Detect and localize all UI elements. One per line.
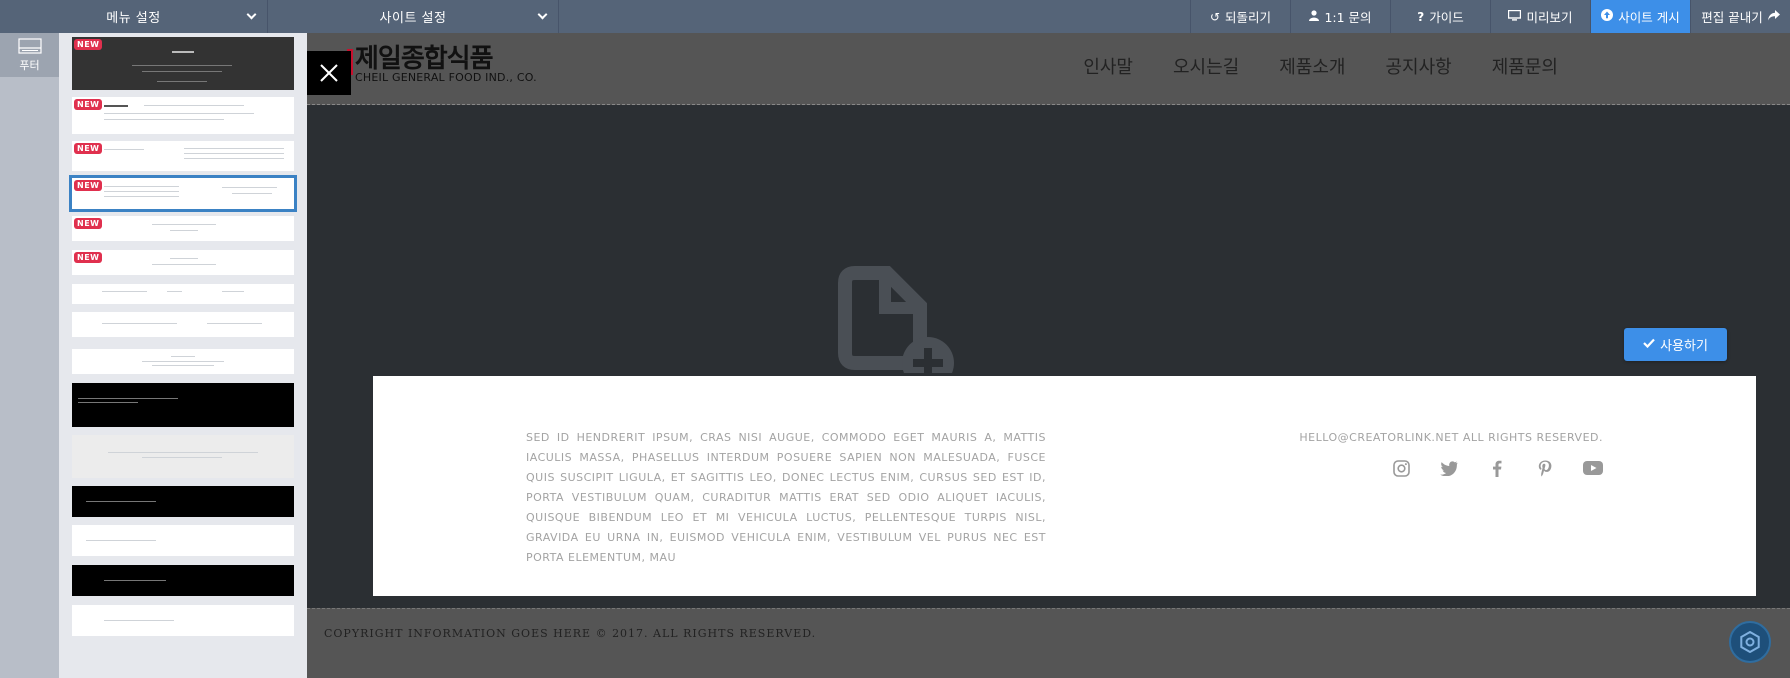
share-arrow-icon bbox=[1767, 9, 1780, 24]
footer-email: HELLO@CREATORLINK.NET ALL RIGHTS RESERVE… bbox=[1299, 431, 1603, 444]
pinterest-icon[interactable] bbox=[1535, 458, 1555, 478]
close-panel-button[interactable] bbox=[307, 51, 351, 95]
guide-button[interactable]: ? 가이드 bbox=[1390, 0, 1490, 33]
finish-editing-button[interactable]: 편집 끝내기 bbox=[1690, 0, 1790, 33]
new-badge: NEW bbox=[74, 99, 103, 110]
footer-template-thumb[interactable] bbox=[72, 565, 294, 596]
use-template-label: 사용하기 bbox=[1660, 339, 1708, 354]
footer-template-thumb-selected[interactable]: NEW bbox=[69, 175, 297, 212]
upload-circle-icon bbox=[1601, 9, 1614, 24]
menu-settings-dropdown[interactable]: 메뉴 설정 bbox=[0, 0, 268, 33]
facebook-icon[interactable] bbox=[1487, 458, 1507, 478]
use-template-button[interactable]: 사용하기 bbox=[1624, 328, 1727, 361]
footer-template-thumb[interactable]: NEW bbox=[72, 97, 294, 134]
nav-item-notices[interactable]: 공지사항 bbox=[1386, 53, 1452, 79]
site-copyright-bar: COPYRIGHT INFORMATION GOES HERE © 2017. … bbox=[307, 608, 1790, 678]
footer-template-thumb[interactable]: NEW bbox=[72, 216, 294, 241]
nav-item-products[interactable]: 제품소개 bbox=[1279, 53, 1345, 79]
footer-template-thumb[interactable] bbox=[72, 284, 294, 304]
undo-button[interactable]: ↺ 되돌리기 bbox=[1190, 0, 1290, 33]
logo-korean: 제일종합식품 bbox=[355, 44, 494, 74]
chevron-down-icon bbox=[246, 9, 257, 20]
site-preview: 제일종합식품 CHEIL GENERAL FOOD IND., CO. 인사말 … bbox=[307, 33, 1790, 678]
close-icon bbox=[320, 64, 338, 82]
site-settings-dropdown[interactable]: 사이트 설정 bbox=[268, 0, 559, 33]
nav-item-directions[interactable]: 오시는길 bbox=[1173, 53, 1239, 79]
chevron-down-icon bbox=[537, 9, 548, 20]
guide-label: 가이드 bbox=[1429, 10, 1464, 25]
site-logo[interactable]: 제일종합식품 CHEIL GENERAL FOOD IND., CO. bbox=[347, 44, 537, 84]
nav-item-inquiry[interactable]: 제품문의 bbox=[1492, 53, 1558, 79]
footer-template-thumb[interactable]: NEW bbox=[72, 141, 294, 171]
undo-label: 되돌리기 bbox=[1225, 10, 1272, 25]
footer-body-text: SED ID HENDRERIT IPSUM, CRAS NISI AUGUE,… bbox=[526, 431, 1046, 564]
twitter-icon[interactable] bbox=[1439, 458, 1459, 478]
social-links bbox=[1299, 458, 1603, 478]
instagram-icon[interactable] bbox=[1391, 458, 1411, 478]
footer-template-thumb[interactable] bbox=[72, 435, 294, 478]
finish-editing-label: 편집 끝내기 bbox=[1701, 10, 1763, 25]
monitor-icon bbox=[1508, 9, 1522, 24]
section-type-sidebar: 푸터 bbox=[0, 33, 59, 678]
footer-template-thumb[interactable] bbox=[72, 525, 294, 556]
copyright-text: COPYRIGHT INFORMATION GOES HERE © 2017. … bbox=[324, 627, 817, 640]
new-badge: NEW bbox=[74, 252, 103, 263]
footer-layout-icon bbox=[17, 37, 42, 54]
footer-template-thumb[interactable]: NEW bbox=[72, 37, 294, 90]
add-document-icon bbox=[838, 266, 954, 373]
footer-template-preview: SED ID HENDRERIT IPSUM, CRAS NISI AUGUE,… bbox=[373, 376, 1756, 596]
footer-contact: HELLO@CREATORLINK.NET ALL RIGHTS RESERVE… bbox=[1299, 428, 1603, 478]
footer-template-thumb[interactable] bbox=[72, 312, 294, 337]
gear-icon bbox=[1740, 631, 1760, 653]
top-toolbar: 메뉴 설정 사이트 설정 ↺ 되돌리기 1:1 문의 ? 가이드 미리보기 사이… bbox=[0, 0, 1790, 33]
footer-tab-label: 푸터 bbox=[19, 58, 40, 72]
inquiry-label: 1:1 문의 bbox=[1324, 10, 1372, 25]
logo-english: CHEIL GENERAL FOOD IND., CO. bbox=[355, 71, 537, 84]
settings-button[interactable] bbox=[1729, 621, 1771, 663]
new-badge: NEW bbox=[74, 180, 103, 191]
inquiry-button[interactable]: 1:1 문의 bbox=[1290, 0, 1390, 33]
preview-button[interactable]: 미리보기 bbox=[1490, 0, 1590, 33]
preview-label: 미리보기 bbox=[1526, 10, 1573, 25]
new-badge: NEW bbox=[74, 218, 103, 229]
publish-label: 사이트 게시 bbox=[1618, 10, 1680, 25]
youtube-icon[interactable] bbox=[1583, 458, 1603, 478]
footer-template-thumb[interactable] bbox=[72, 605, 294, 636]
undo-icon: ↺ bbox=[1209, 9, 1221, 24]
new-badge: NEW bbox=[74, 143, 103, 154]
site-header: 제일종합식품 CHEIL GENERAL FOOD IND., CO. 인사말 … bbox=[307, 33, 1790, 105]
user-icon bbox=[1309, 9, 1320, 24]
site-nav: 인사말 오시는길 제품소개 공지사항 제품문의 bbox=[1083, 53, 1558, 79]
site-settings-label: 사이트 설정 bbox=[379, 11, 447, 26]
footer-template-thumb[interactable] bbox=[72, 383, 294, 427]
footer-template-thumb[interactable] bbox=[72, 486, 294, 517]
footer-tab[interactable]: 푸터 bbox=[0, 33, 59, 77]
menu-settings-label: 메뉴 설정 bbox=[106, 11, 161, 26]
footer-template-thumb[interactable]: NEW bbox=[72, 250, 294, 275]
footer-template-thumb[interactable] bbox=[72, 349, 294, 374]
new-badge: NEW bbox=[74, 39, 103, 50]
question-icon: ? bbox=[1417, 9, 1425, 24]
nav-item-greeting[interactable]: 인사말 bbox=[1083, 53, 1133, 79]
check-icon bbox=[1643, 337, 1655, 352]
publish-button[interactable]: 사이트 게시 bbox=[1590, 0, 1690, 33]
footer-template-list: NEW NEW NEW NEW NEW NEW bbox=[59, 33, 307, 678]
